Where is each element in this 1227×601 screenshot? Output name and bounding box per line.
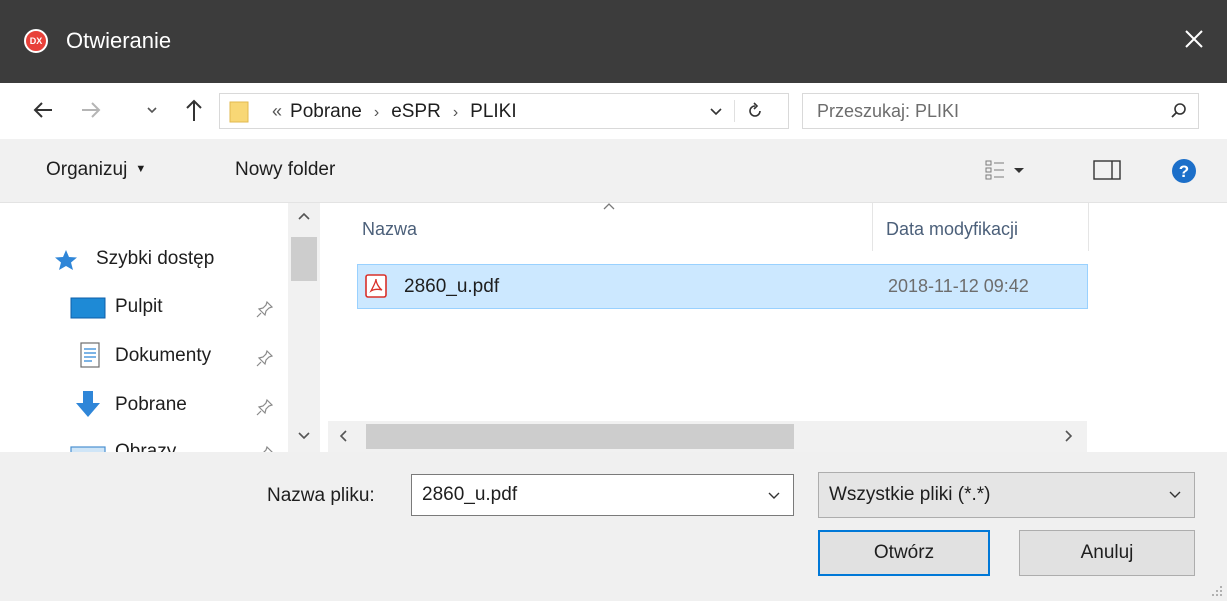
column-header-date[interactable]: Data modyfikacji [886, 203, 1018, 251]
file-date: 2018-11-12 09:42 [888, 276, 1029, 296]
back-button[interactable] [30, 94, 56, 126]
file-type-select[interactable]: Wszystkie pliki (*.*) [818, 472, 1195, 518]
nav-pane-scrollbar[interactable] [288, 203, 320, 452]
refresh-button[interactable] [745, 101, 765, 126]
breadcrumb-item[interactable]: PLIKI [470, 101, 516, 122]
file-type-value: Wszystkie pliki (*.*) [829, 484, 991, 505]
view-options-icon [985, 160, 1024, 180]
forward-button[interactable] [78, 94, 104, 126]
organize-label: Organizuj [46, 159, 128, 180]
star-icon [55, 250, 77, 270]
scroll-left-icon[interactable] [338, 429, 348, 443]
nav-label: Pulpit [115, 296, 163, 317]
documents-icon [80, 342, 100, 368]
divider [734, 100, 735, 122]
organize-menu[interactable]: Organizuj ▼ [46, 159, 146, 181]
breadcrumb-separator[interactable]: › [453, 104, 458, 121]
command-bar: Organizuj ▼ Nowy folder ? [0, 139, 1227, 203]
help-icon: ? [1172, 159, 1196, 183]
breadcrumb-overflow[interactable]: « [272, 101, 282, 121]
scroll-thumb[interactable] [291, 237, 317, 281]
breadcrumb-item[interactable]: Pobrane [290, 101, 362, 122]
up-arrow-icon [186, 99, 202, 121]
chevron-down-icon [1169, 491, 1181, 498]
nav-item-dokumenty[interactable]: Dokumenty [0, 336, 288, 376]
dialog-footer: Nazwa pliku: Wszystkie pliki (*.*) Otwór… [0, 452, 1227, 601]
breadcrumb-separator[interactable]: › [374, 104, 379, 121]
column-header-name[interactable]: Nazwa [362, 203, 417, 251]
cancel-button[interactable]: Anuluj [1019, 530, 1195, 576]
refresh-icon [749, 102, 761, 117]
file-name: 2860_u.pdf [404, 276, 500, 297]
nav-item-pobrane[interactable]: Pobrane [0, 385, 288, 425]
pin-icon [256, 398, 274, 416]
nav-item-pulpit[interactable]: Pulpit [0, 287, 288, 327]
preview-pane-icon [1093, 160, 1121, 180]
scroll-down-icon[interactable] [297, 431, 311, 441]
window-title: Otwieranie [66, 28, 172, 53]
address-history-button[interactable] [708, 103, 724, 124]
nav-label: Pobrane [115, 394, 187, 415]
app-icon: DX [24, 29, 48, 53]
close-button[interactable] [1179, 24, 1209, 54]
nav-label: Szybki dostęp [96, 248, 215, 269]
folder-icon [229, 101, 249, 123]
address-box[interactable]: « Pobrane › eSPR › PLIKI [219, 93, 789, 129]
filename-combo[interactable] [411, 474, 794, 516]
column-divider[interactable] [1088, 203, 1089, 251]
scroll-right-icon[interactable] [1064, 429, 1074, 443]
back-arrow-icon [33, 102, 52, 118]
search-icon [1171, 103, 1186, 118]
file-list-hscrollbar[interactable] [328, 421, 1087, 452]
up-button[interactable] [183, 94, 205, 126]
search-box[interactable] [802, 93, 1199, 129]
filename-label: Nazwa pliku: [267, 485, 375, 506]
breadcrumb-item[interactable]: eSPR [391, 101, 441, 122]
search-input[interactable] [803, 94, 1143, 128]
svg-text:?: ? [1179, 162, 1189, 181]
forward-arrow-icon [82, 102, 101, 118]
pin-icon [256, 300, 274, 318]
caret-down-icon: ▼ [135, 163, 147, 175]
scroll-up-icon[interactable] [297, 211, 311, 221]
chevron-down-icon [147, 107, 157, 114]
filename-input[interactable] [412, 475, 752, 515]
breadcrumb: « Pobrane › eSPR › PLIKI [272, 94, 517, 128]
close-icon [1185, 30, 1203, 48]
change-view-button[interactable] [984, 157, 1030, 188]
file-list[interactable]: Nazwa Data modyfikacji 2860_u.pdf 2018-1… [320, 203, 1227, 452]
file-row[interactable]: 2860_u.pdf 2018-11-12 09:42 [357, 264, 1088, 309]
sort-ascending-icon [603, 203, 615, 210]
pin-icon [263, 445, 273, 452]
chevron-down-icon[interactable] [767, 490, 781, 502]
recent-locations-button[interactable] [145, 94, 159, 126]
new-folder-button[interactable]: Nowy folder [235, 159, 335, 181]
preview-pane-button[interactable] [1092, 157, 1122, 188]
navigation-pane[interactable]: Szybki dostęp Pulpit Dokumenty Pobrane O… [0, 203, 288, 452]
resize-grip-icon[interactable] [1211, 585, 1223, 597]
nav-item-obrazy[interactable]: Obrazy [0, 432, 288, 452]
title-bar: DX Otwieranie [0, 0, 1227, 83]
downloads-icon [76, 391, 100, 417]
nav-label: Dokumenty [115, 345, 212, 366]
open-button[interactable]: Otwórz [818, 530, 990, 576]
pdf-file-icon [365, 274, 387, 298]
nav-item-quick-access[interactable]: Szybki dostęp [0, 239, 288, 279]
desktop-icon [70, 297, 106, 319]
address-bar-row: « Pobrane › eSPR › PLIKI [0, 83, 1227, 139]
help-button[interactable]: ? [1170, 157, 1198, 190]
nav-label: Obrazy [115, 441, 177, 452]
column-divider[interactable] [872, 203, 873, 251]
pin-icon [256, 349, 274, 367]
chevron-down-icon [710, 108, 722, 116]
scroll-thumb[interactable] [366, 424, 794, 449]
